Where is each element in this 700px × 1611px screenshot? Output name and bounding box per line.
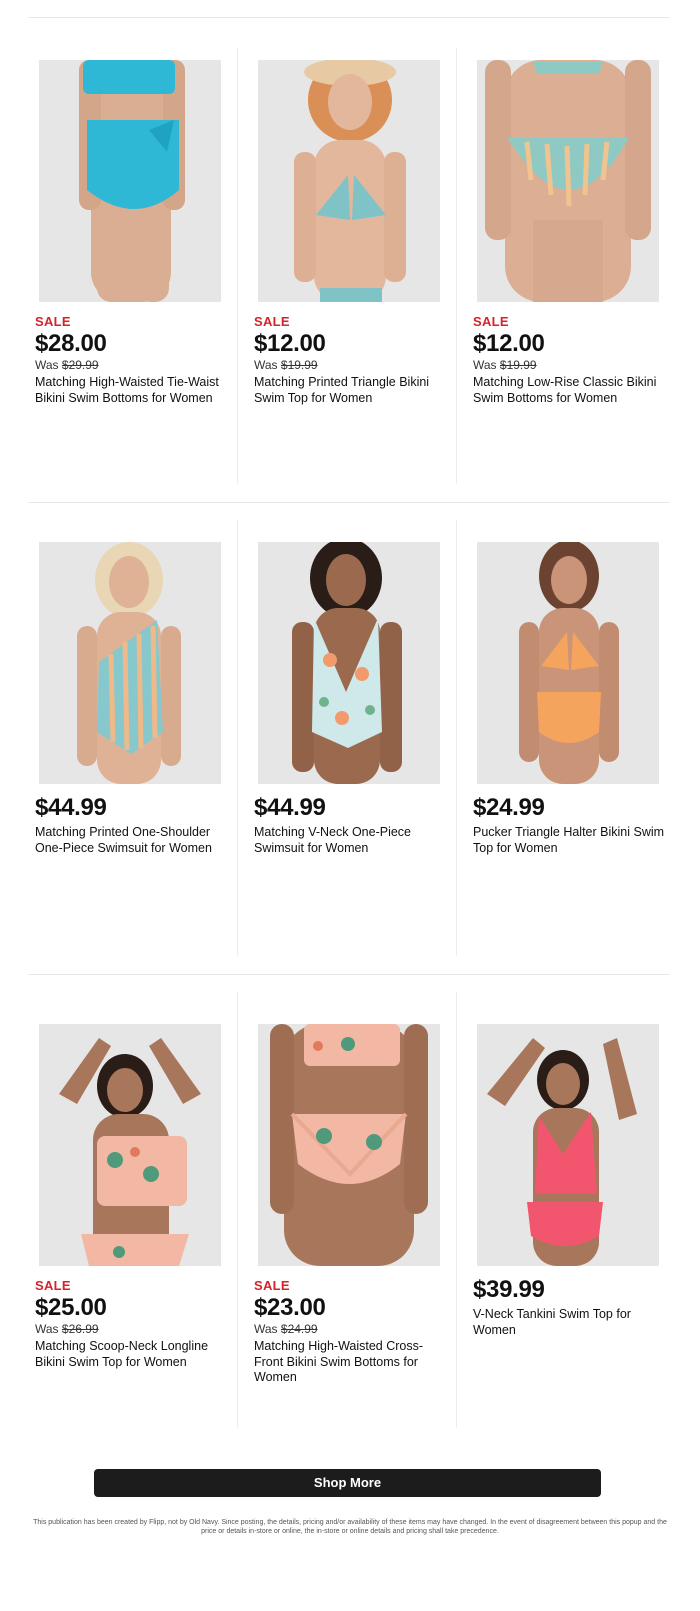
original-price: $24.99 (280, 1322, 318, 1336)
product-price: $25.00 (35, 1294, 107, 1321)
original-price: $29.99 (61, 358, 99, 372)
was-price: Was $26.99 (35, 1322, 99, 1336)
product-price: $24.99 (473, 794, 545, 821)
model-photo (258, 60, 440, 302)
column-divider (456, 992, 457, 1428)
model-photo (477, 60, 659, 302)
sale-badge: SALE (254, 1278, 290, 1293)
was-price: Was $29.99 (35, 358, 99, 372)
model-photo (477, 542, 659, 784)
product-image[interactable] (258, 1024, 440, 1266)
was-price: Was $24.99 (254, 1322, 318, 1336)
product-price: $28.00 (35, 330, 107, 357)
column-divider (456, 48, 457, 484)
original-price: $19.99 (280, 358, 318, 372)
model-photo (258, 542, 440, 784)
product-price: $12.00 (473, 330, 545, 357)
product-image[interactable] (39, 542, 221, 784)
product-name[interactable]: V-Neck Tankini Swim Top for Women (473, 1307, 669, 1338)
model-photo (39, 1024, 221, 1266)
was-label: Was (254, 358, 278, 372)
sale-badge: SALE (473, 314, 509, 329)
product-image[interactable] (477, 542, 659, 784)
was-label: Was (473, 358, 497, 372)
column-divider (237, 520, 238, 956)
was-label: Was (254, 1322, 278, 1336)
product-image[interactable] (39, 60, 221, 302)
product-image[interactable] (477, 60, 659, 302)
row-divider (28, 502, 670, 503)
top-divider (28, 17, 670, 18)
product-name[interactable]: Pucker Triangle Halter Bikini Swim Top f… (473, 825, 669, 856)
sale-badge: SALE (35, 1278, 71, 1293)
original-price: $19.99 (499, 358, 537, 372)
product-name[interactable]: Matching High-Waisted Tie-Waist Bikini S… (35, 375, 231, 406)
product-image[interactable] (39, 1024, 221, 1266)
column-divider (237, 48, 238, 484)
sale-badge: SALE (35, 314, 71, 329)
shop-more-button[interactable]: Shop More (94, 1469, 601, 1497)
disclaimer-text: This publication has been created by Fli… (33, 1519, 667, 1535)
product-price: $39.99 (473, 1276, 545, 1303)
row-divider (28, 974, 670, 975)
product-price: $44.99 (254, 794, 326, 821)
product-name[interactable]: Matching V-Neck One-Piece Swimsuit for W… (254, 825, 450, 856)
column-divider (456, 520, 457, 956)
was-price: Was $19.99 (473, 358, 537, 372)
product-image[interactable] (477, 1024, 659, 1266)
model-photo (258, 1024, 440, 1266)
was-label: Was (35, 1322, 59, 1336)
product-name[interactable]: Matching Scoop-Neck Longline Bikini Swim… (35, 1339, 231, 1370)
sale-badge: SALE (254, 314, 290, 329)
was-price: Was $19.99 (254, 358, 318, 372)
product-price: $44.99 (35, 794, 107, 821)
product-name[interactable]: Matching High-Waisted Cross-Front Bikini… (254, 1339, 450, 1386)
original-price: $26.99 (61, 1322, 99, 1336)
model-photo (39, 542, 221, 784)
column-divider (237, 992, 238, 1428)
product-name[interactable]: Matching Low-Rise Classic Bikini Swim Bo… (473, 375, 669, 406)
product-price: $23.00 (254, 1294, 326, 1321)
model-photo (39, 60, 221, 302)
product-name[interactable]: Matching Printed Triangle Bikini Swim To… (254, 375, 450, 406)
product-price: $12.00 (254, 330, 326, 357)
model-photo (477, 1024, 659, 1266)
product-image[interactable] (258, 542, 440, 784)
product-name[interactable]: Matching Printed One-Shoulder One-Piece … (35, 825, 231, 856)
was-label: Was (35, 358, 59, 372)
product-image[interactable] (258, 60, 440, 302)
